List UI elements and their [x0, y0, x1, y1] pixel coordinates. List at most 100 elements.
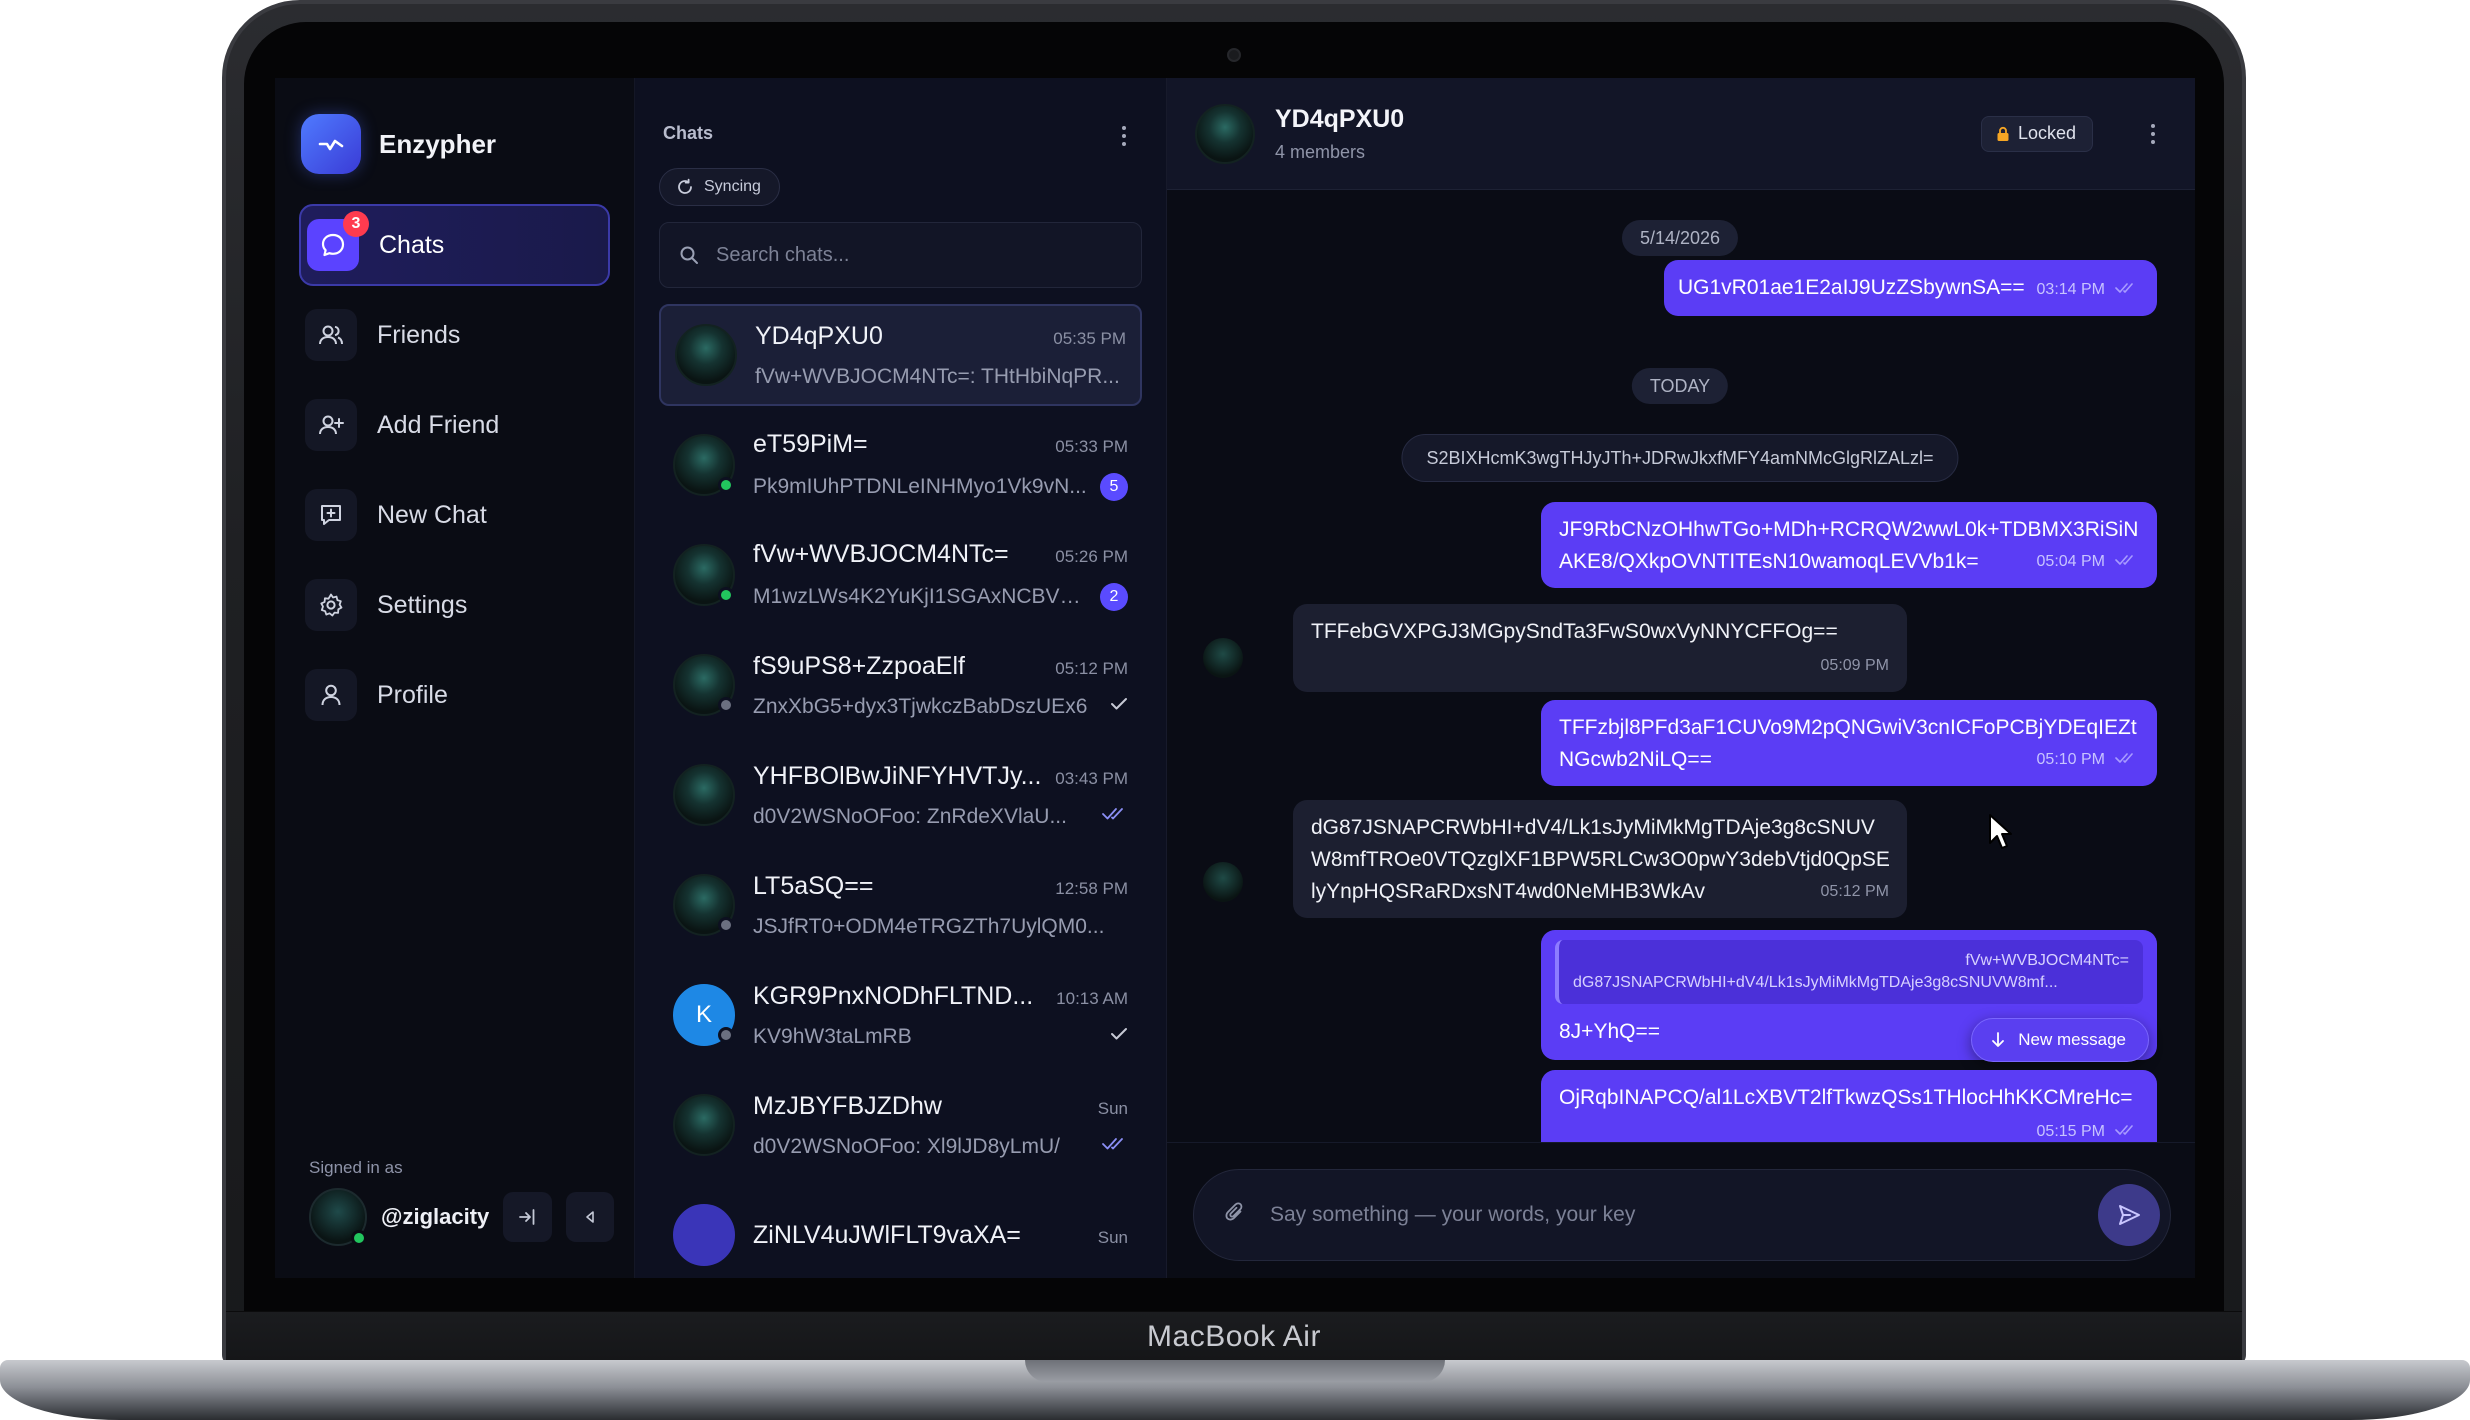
chat-list-item[interactable]: fS9uPS8+ZzpoaElf 05:12 PM ZnxXbG5+dyx3Tjwk…: [659, 634, 1142, 736]
laptop-base: [0, 1360, 2470, 1420]
double-check-icon: [2115, 274, 2139, 306]
avatar[interactable]: [1203, 862, 1243, 902]
message-text: dG87JSNAPCRWbHI+dV4/Lk1sJyMiMkMgTDAje3g8…: [1311, 816, 1875, 839]
avatar: K: [673, 984, 735, 1046]
nav-item-settings[interactable]: Settings: [299, 564, 610, 646]
message-plus-icon: [305, 489, 357, 541]
chat-list-item[interactable]: LT5aSQ== 12:58 PM JSJfRT0+ODM4eTRGZTh7UylQ…: [659, 854, 1142, 956]
avatar: [675, 324, 737, 386]
chat-list-menu-icon[interactable]: [1112, 122, 1136, 150]
message-input[interactable]: [1270, 1170, 2076, 1260]
logout-button[interactable]: [503, 1192, 552, 1242]
nav-item-new-chat[interactable]: New Chat: [299, 474, 610, 556]
chat-list-item[interactable]: eT59PiM= 05:33 PM Pk9mIUhPTDNLeINHMyo1Vk9v…: [659, 414, 1142, 516]
message-list[interactable]: 5/14/2026 UG1vR01ae1E2aIJ9UzZSbywnSA== 0…: [1167, 190, 2195, 1142]
collapse-sidebar-button[interactable]: [565, 1192, 614, 1242]
search-icon: [680, 246, 698, 264]
avatar: [673, 434, 735, 496]
double-check-icon: [2115, 744, 2139, 776]
main-nav: 3 Chats Friends Add Friend New Chat Sett…: [299, 204, 610, 736]
message-bubble-outgoing[interactable]: TFFzbjl8PFd3aF1CUVo9M2pQNGwiV3cnICFoPCBj…: [1541, 700, 2157, 786]
nav-item-profile[interactable]: Profile: [299, 654, 610, 736]
camera-icon: [1227, 48, 1241, 62]
chat-list-title: Chats: [663, 123, 714, 143]
chat-list-item[interactable]: YHFBOlBwJiNFYHVTJy... 03:43 PM d0V2WSNoOFo…: [659, 744, 1142, 846]
brand-logo-icon: [301, 114, 361, 174]
chat-time: 05:12 PM: [1055, 658, 1128, 678]
double-check-icon: [2115, 546, 2139, 578]
avatar: [673, 1204, 735, 1266]
search-box: [659, 222, 1142, 288]
avatar: [673, 1094, 735, 1156]
avatar: [673, 654, 735, 716]
device-label: MacBook Air: [1147, 1319, 1321, 1353]
conversation-panel: YD4qPXU0 4 members Locked 5/14/2026 UG1v…: [1167, 78, 2195, 1278]
new-message-label: New message: [2018, 1030, 2126, 1049]
chat-preview: M1wzLWs4K2YuKjI1SGAxNCBVK...: [753, 584, 1090, 608]
reply-quote[interactable]: fVw+WVBJOCM4NTc= dG87JSNAPCRWbHI+dV4/Lk1…: [1555, 940, 2143, 1004]
chat-items: YD4qPXU0 05:35 PM fVw+WVBJOCM4NTc=: THtHbi…: [659, 304, 1142, 1278]
sync-label: Syncing: [704, 178, 761, 195]
users-icon: [305, 309, 357, 361]
message-bubble-outgoing[interactable]: OjRqbINAPCQ/al1LcXBVT2lfTkwzQSs1THlocHhK…: [1541, 1070, 2157, 1142]
offline-status-dot: [718, 1027, 734, 1043]
conversation-menu-icon[interactable]: [2141, 120, 2165, 148]
avatar: [673, 874, 735, 936]
message-time: 05:04 PM: [2036, 553, 2105, 570]
brand[interactable]: Enzypher: [301, 114, 610, 174]
search-input[interactable]: [716, 223, 1141, 287]
lock-status-button[interactable]: Locked: [1980, 115, 2093, 152]
nav-label: New Chat: [377, 500, 487, 529]
nav-item-friends[interactable]: Friends: [299, 294, 610, 376]
message-time: 05:10 PM: [2036, 751, 2105, 768]
nav-item-chats[interactable]: 3 Chats: [299, 204, 610, 286]
conversation-title[interactable]: YD4qPXU0: [1275, 105, 1404, 134]
avatar[interactable]: [1195, 103, 1255, 164]
laptop-notch: [1025, 1360, 1445, 1382]
chat-time: 05:33 PM: [1055, 436, 1128, 456]
unread-count-badge: 2: [1100, 582, 1128, 611]
chat-preview: d0V2WSNoOFoo: ZnRdeXVlaU...: [753, 804, 1067, 828]
chat-list-item[interactable]: K KGR9PnxNODhFLTND... 10:13 AM KV9hW3taLmRB: [659, 964, 1142, 1066]
chat-time: Sun: [1097, 1098, 1128, 1118]
double-check-icon: [2115, 1116, 2139, 1142]
chat-name: MzJBYFBJZDhw: [753, 1091, 942, 1120]
brand-name: Enzypher: [379, 128, 497, 159]
message-bubble-incoming[interactable]: dG87JSNAPCRWbHI+dV4/Lk1sJyMiMkMgTDAje3g8…: [1293, 800, 1907, 918]
message-bubble-incoming[interactable]: TFFebGVXPGJ3MGpySndTa3FwS0wxVyNNYCFFOg==…: [1293, 604, 1907, 692]
conversation-subtitle: 4 members: [1275, 141, 1366, 162]
date-separator-today: TODAY: [1631, 368, 1729, 404]
chat-time: 05:35 PM: [1053, 328, 1126, 348]
nav-label: Friends: [377, 320, 461, 349]
new-message-button[interactable]: New message: [1971, 1018, 2149, 1062]
double-check-icon: [1102, 1137, 1128, 1156]
avatar[interactable]: [309, 1188, 367, 1246]
chat-list-item[interactable]: fVw+WVBJOCM4NTc= 05:26 PM M1wzLWs4K2YuKjI1…: [659, 524, 1142, 626]
check-icon: [1110, 1027, 1128, 1046]
message-text: AKE8/QXkpOVNTITEsN10wamoqLEVVb1k=: [1559, 550, 1979, 573]
message-text: OjRqbINAPCQ/al1LcXBVT2lfTkwzQSs1THlocHhK…: [1559, 1086, 2133, 1109]
message-bubble-outgoing[interactable]: UG1vR01ae1E2aIJ9UzZSbywnSA== 03:14 PM: [1663, 260, 2157, 316]
lock-icon: [1997, 126, 2009, 141]
attach-icon[interactable]: [1222, 1200, 1248, 1231]
chat-name: eT59PiM=: [753, 429, 868, 458]
chat-list-item[interactable]: MzJBYFBJZDhw Sun d0V2WSNoOFoo: Xl9lJD8yLmU…: [659, 1074, 1142, 1176]
avatar[interactable]: [1203, 638, 1243, 678]
nav-item-add-friend[interactable]: Add Friend: [299, 384, 610, 466]
send-button[interactable]: [2098, 1184, 2160, 1246]
chat-list-item[interactable]: ZiNLV4uJWlFLT9vaXA= Sun: [659, 1184, 1142, 1278]
message-bubble-outgoing[interactable]: JF9RbCNzOHhwTGo+MDh+RCRQW2wwL0k+TDBMX3Ri…: [1541, 502, 2157, 588]
chat-time: Sun: [1097, 1227, 1128, 1247]
account-panel: Signed in as @ziglacity: [309, 1158, 614, 1246]
chat-time: 05:26 PM: [1055, 546, 1128, 566]
conversation-header: YD4qPXU0 4 members Locked: [1167, 78, 2195, 190]
message-time: 05:12 PM: [1820, 883, 1889, 900]
nav-label: Chats: [379, 230, 445, 259]
chat-name: KGR9PnxNODhFLTND...: [753, 981, 1034, 1010]
chat-preview: KV9hW3taLmRB: [753, 1024, 912, 1048]
offline-status-dot: [718, 697, 734, 713]
chat-preview: fVw+WVBJOCM4NTc=: THtHbiNqPR...: [755, 364, 1120, 388]
laptop-chin: MacBook Air: [226, 1311, 2242, 1361]
chat-list-item[interactable]: YD4qPXU0 05:35 PM fVw+WVBJOCM4NTc=: THtHbi…: [659, 304, 1142, 406]
mouse-cursor-icon: [1989, 814, 2012, 849]
